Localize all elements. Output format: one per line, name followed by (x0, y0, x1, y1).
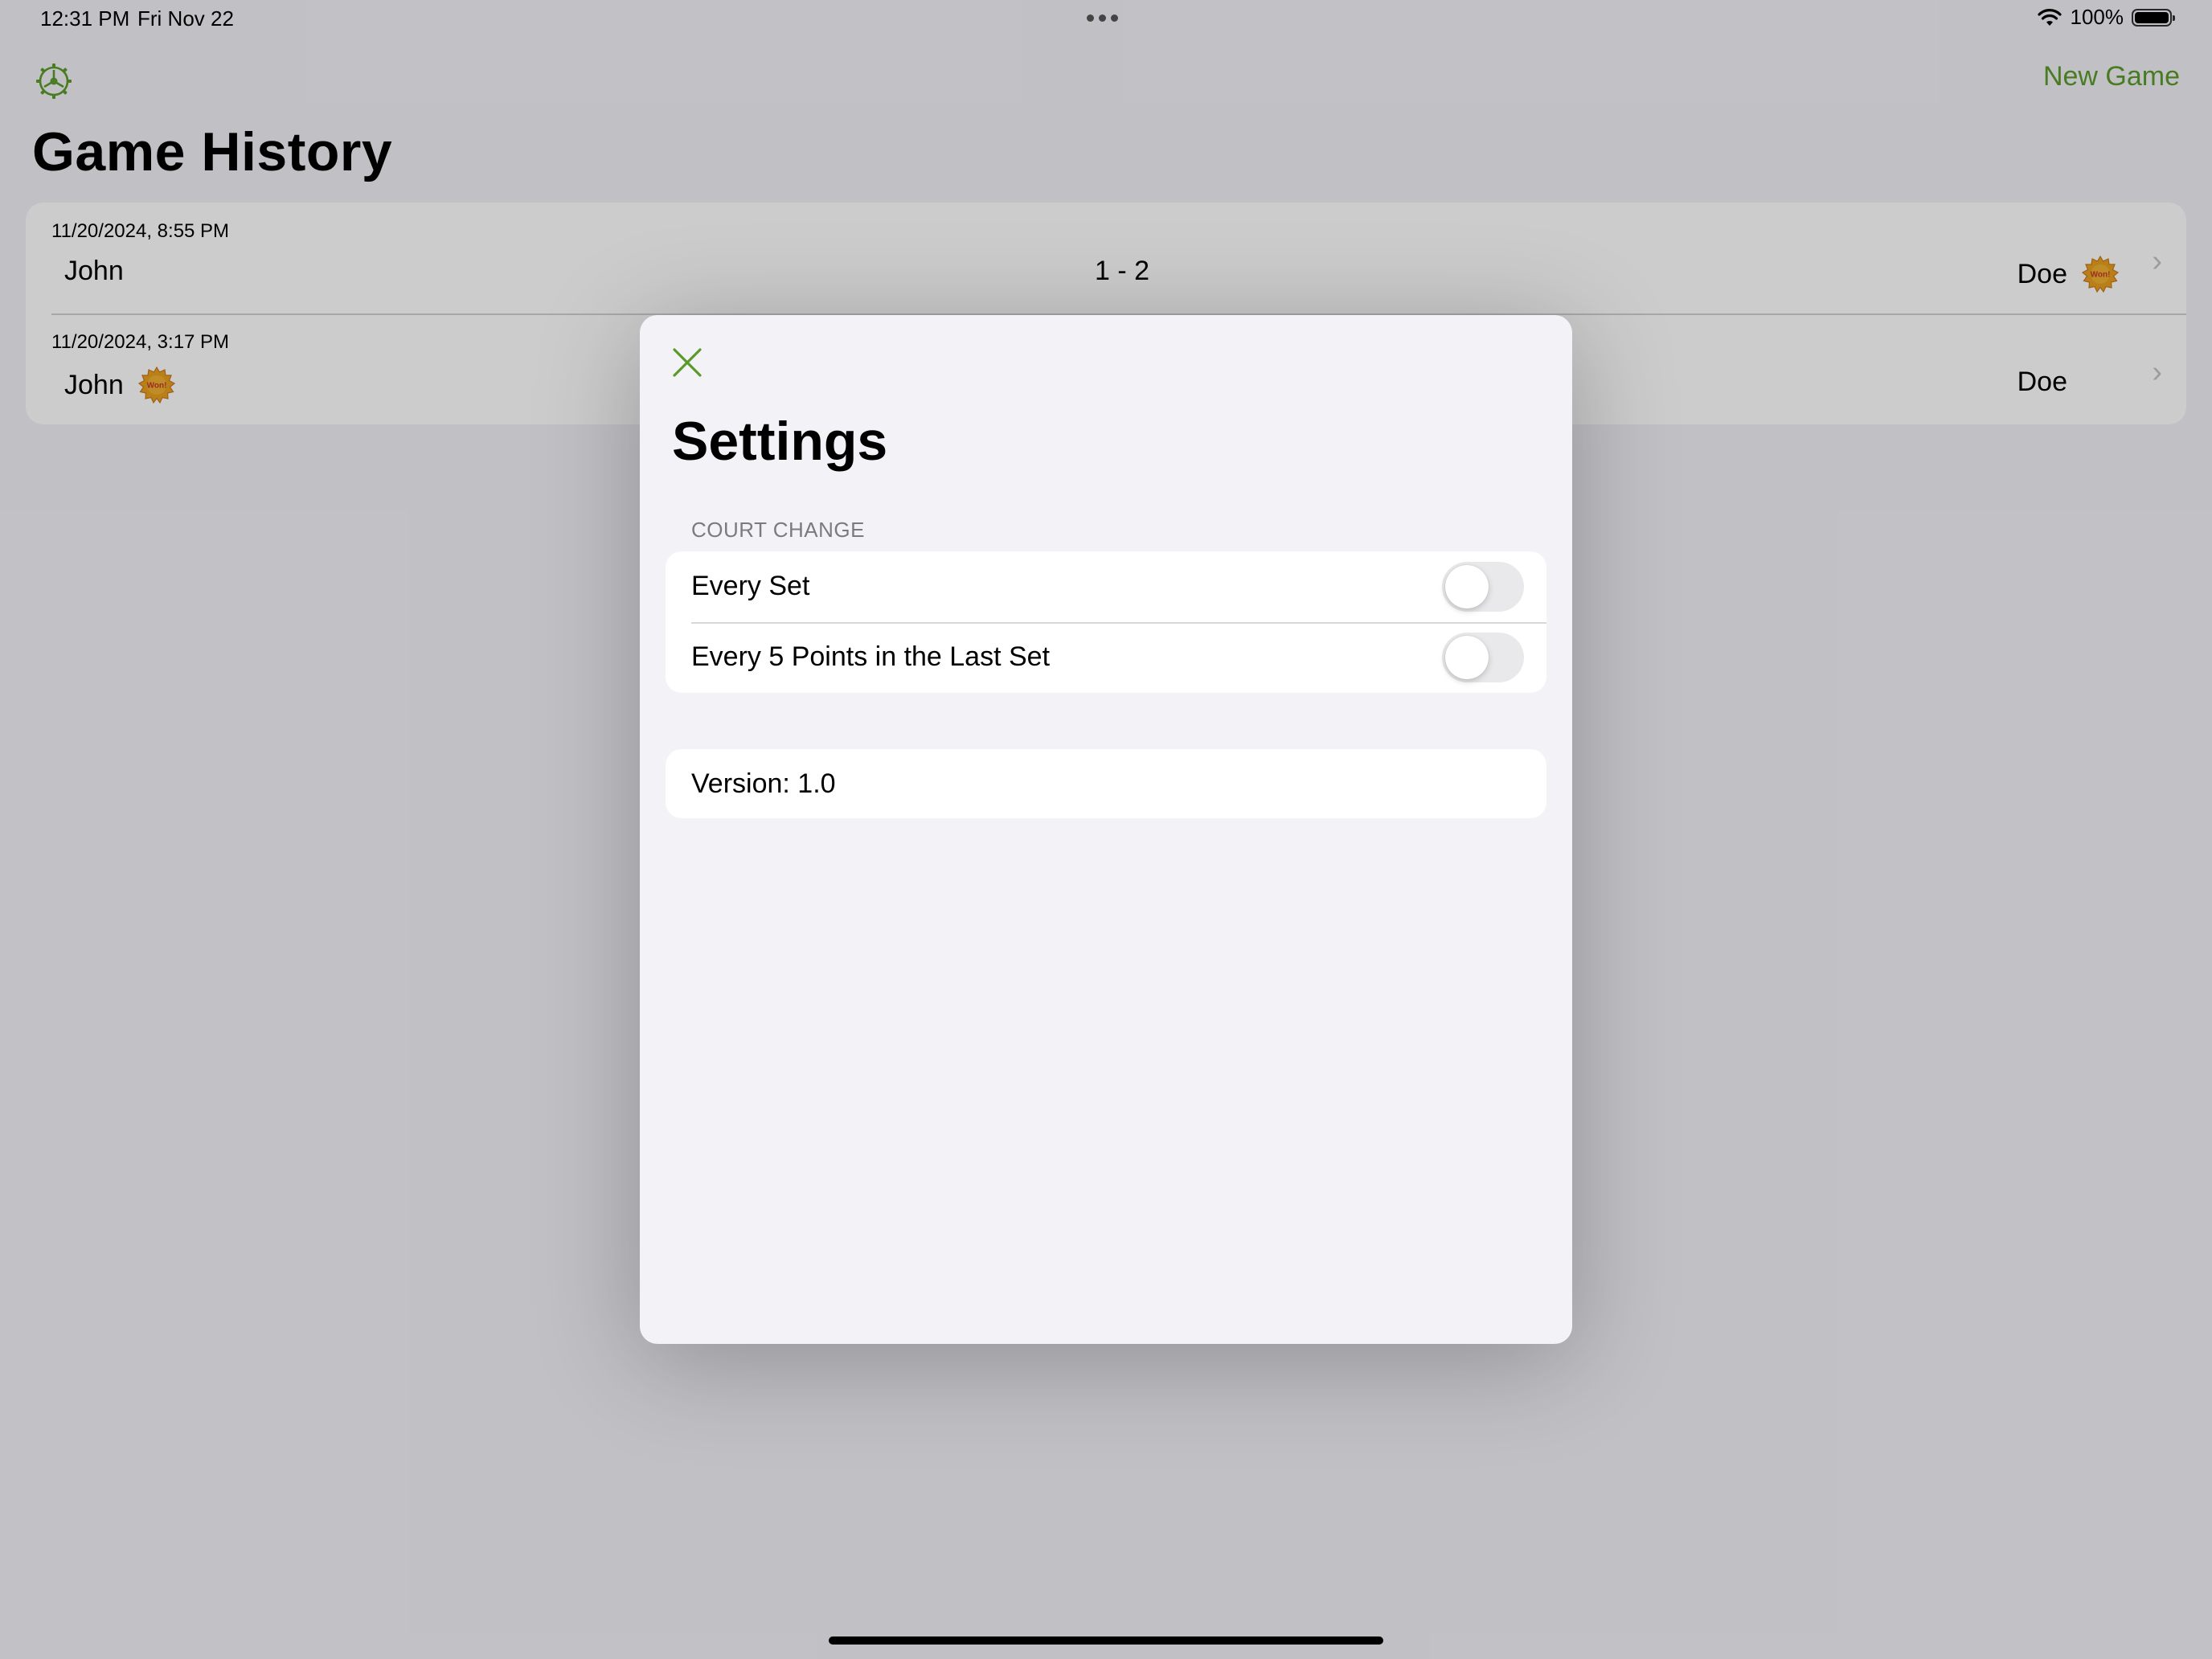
every-set-toggle[interactable] (1442, 562, 1524, 612)
court-change-header: COURT CHANGE (691, 518, 865, 542)
home-indicator[interactable] (829, 1636, 1383, 1645)
toggle-knob (1445, 565, 1489, 608)
every-set-cell: Every Set (666, 551, 1546, 622)
version-label: Version: 1.0 (691, 768, 836, 799)
version-group: Version: 1.0 (666, 749, 1546, 818)
close-button[interactable] (670, 346, 704, 379)
close-icon (673, 348, 702, 377)
every-5-points-toggle[interactable] (1442, 633, 1524, 682)
toggle-knob (1445, 636, 1489, 679)
every-5-points-label: Every 5 Points in the Last Set (691, 641, 1051, 672)
court-change-group: Every Set Every 5 Points in the Last Set (666, 551, 1546, 693)
settings-title: Settings (672, 411, 888, 472)
settings-modal: Settings COURT CHANGE Every Set Every 5 … (640, 315, 1572, 1344)
every-5-points-cell: Every 5 Points in the Last Set (666, 622, 1546, 693)
every-set-label: Every Set (691, 571, 810, 601)
